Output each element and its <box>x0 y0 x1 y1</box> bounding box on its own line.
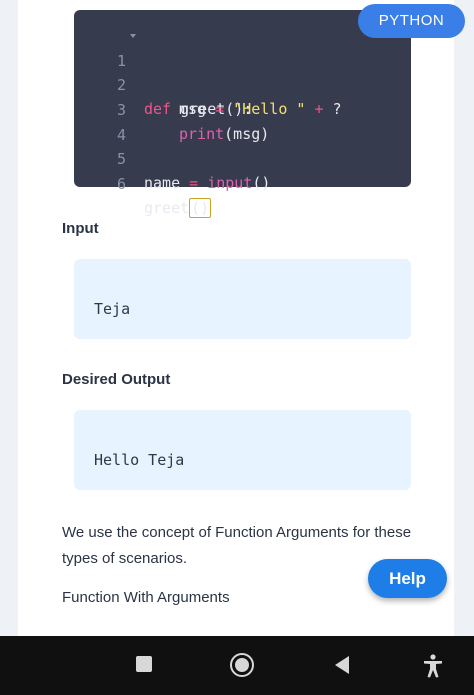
system-navigation-bar <box>0 636 474 695</box>
back-icon[interactable] <box>333 653 359 679</box>
code-line: 4 <box>74 99 411 144</box>
code-line: 3 print(msg) <box>74 74 411 143</box>
section-subheading: Function With Arguments <box>62 589 230 606</box>
input-value: Teja <box>94 300 131 318</box>
help-button[interactable]: Help <box>368 559 447 598</box>
line-number: 6 <box>116 175 126 193</box>
desired-output-label: Desired Output <box>62 371 171 388</box>
input-box: Teja <box>74 259 411 339</box>
fold-arrow-icon[interactable] <box>130 34 136 38</box>
recent-apps-icon[interactable] <box>133 653 159 679</box>
code-text[interactable]: greet() <box>144 196 212 220</box>
description-paragraph: We use the concept of Function Arguments… <box>62 524 412 567</box>
code-line: 6 greet() <box>74 148 411 218</box>
home-icon[interactable] <box>230 653 256 679</box>
code-line: 2 msg = "Hello " + ? <box>74 49 411 118</box>
input-label: Input <box>62 220 99 237</box>
code-block: PYTHON 1 def greet(): 2 msg = "Hello " +… <box>74 4 465 218</box>
code-line: 5 name = input() <box>74 123 411 192</box>
cursor-highlight: () <box>189 198 212 218</box>
accessibility-icon[interactable] <box>420 653 446 679</box>
output-box: Hello Teja <box>74 410 411 490</box>
code-line: 1 def greet(): <box>74 25 411 118</box>
output-value: Hello Teja <box>94 451 185 469</box>
code-text: name = input() <box>144 174 271 192</box>
page-background: PYTHON 1 def greet(): 2 msg = "Hello " +… <box>0 0 474 636</box>
